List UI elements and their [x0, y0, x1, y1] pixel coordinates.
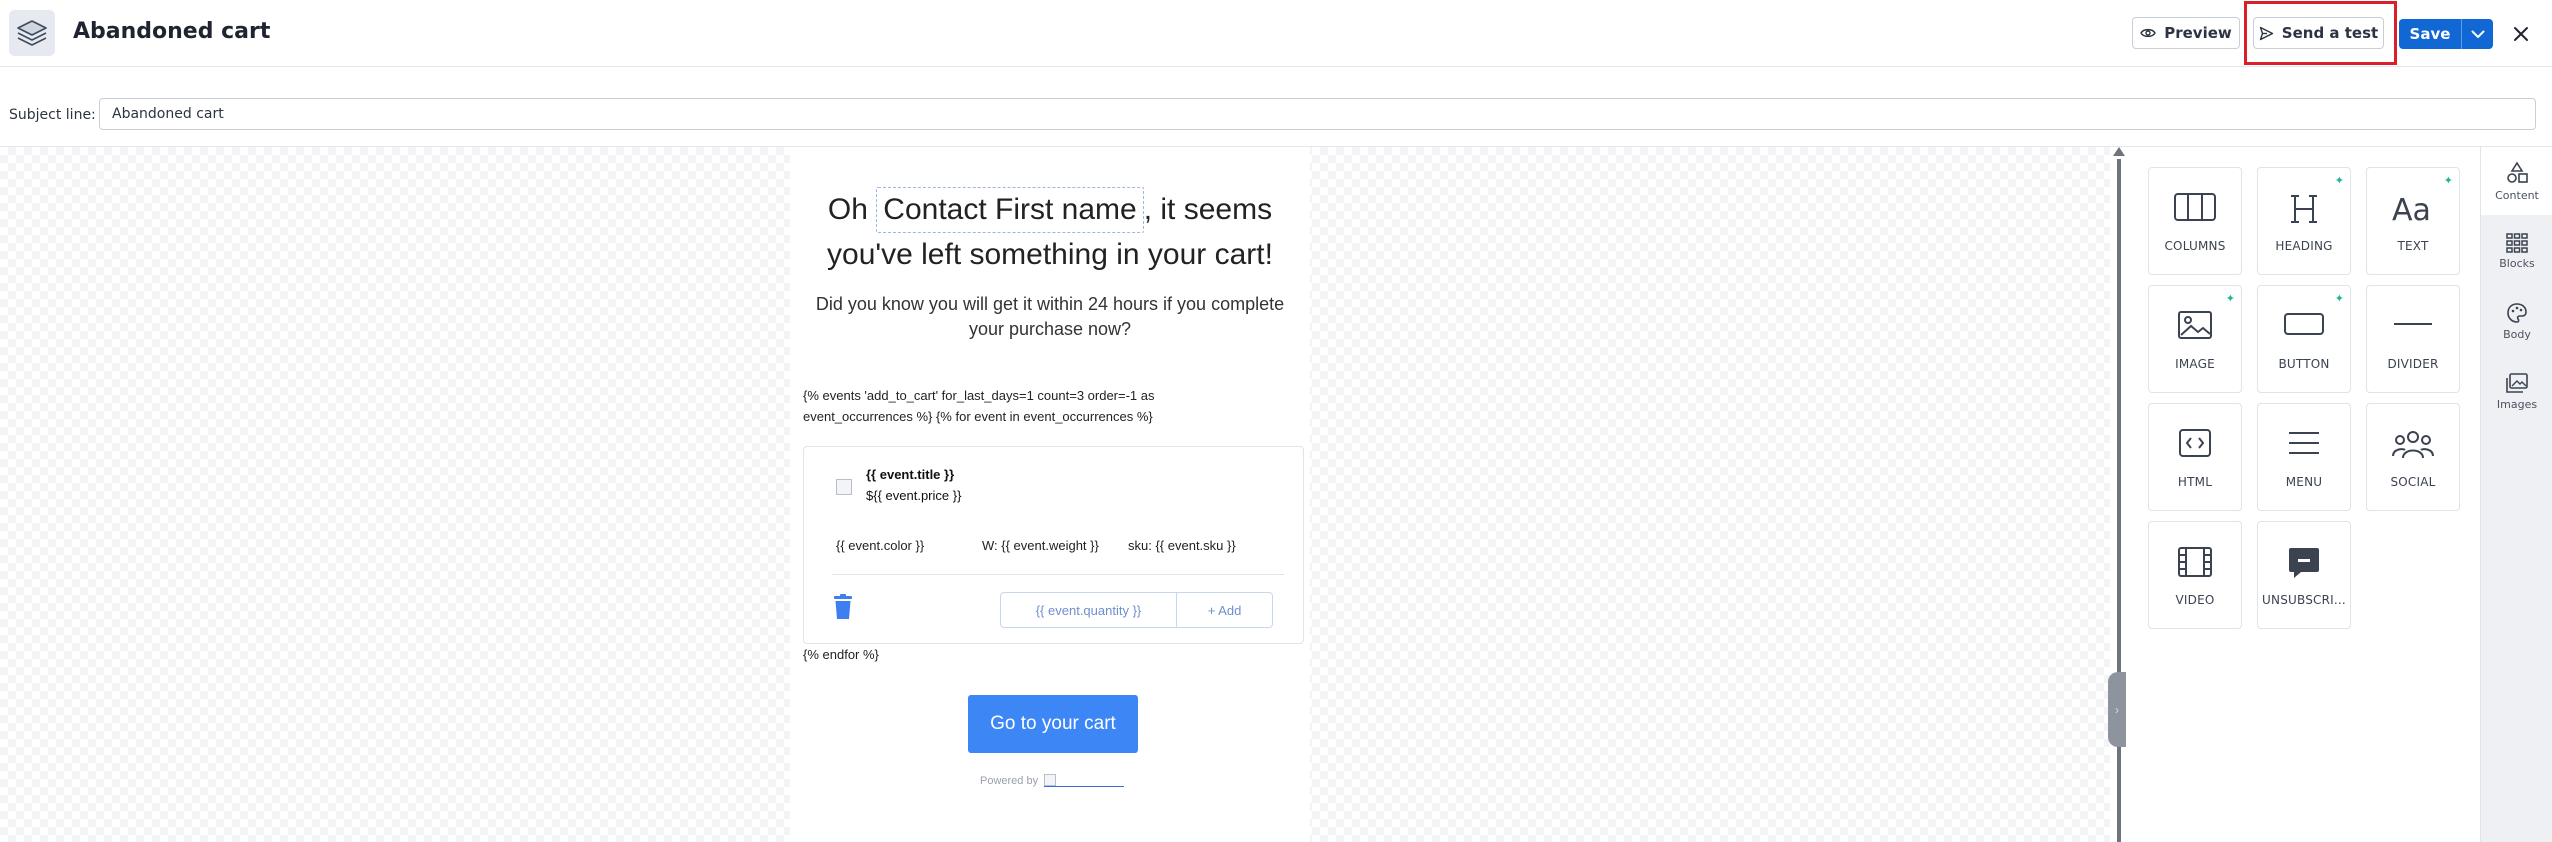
block-html[interactable]: HTML: [2148, 403, 2242, 511]
headline-line-2: you've left something in your cart!: [827, 238, 1273, 271]
block-button[interactable]: ✦ BUTTON: [2257, 285, 2351, 393]
product-price: ${{ event.price }}: [866, 488, 962, 503]
ai-sparkle-icon: ✦: [2443, 175, 2453, 187]
block-label: BUTTON: [2278, 357, 2330, 371]
button-icon: [2284, 313, 2324, 335]
save-options-button[interactable]: [2461, 19, 2493, 49]
product-weight: W: {{ event.weight }}: [982, 538, 1099, 553]
card-divider: [832, 574, 1284, 575]
email-canvas[interactable]: Oh Contact First name, it seems you've l…: [0, 147, 2110, 842]
eye-icon: [2140, 28, 2157, 38]
panel-resize-handle[interactable]: ›: [2108, 672, 2126, 747]
block-label: UNSUBSCRI...: [2262, 593, 2346, 607]
product-card[interactable]: {{ event.title }} ${{ event.price }} {{ …: [803, 446, 1304, 644]
block-label: COLUMNS: [2164, 239, 2226, 253]
text-icon: Aa: [2392, 193, 2431, 226]
merge-tag-first-name[interactable]: Contact First name: [876, 187, 1144, 233]
block-label: TEXT: [2397, 239, 2429, 253]
save-label: Save: [2409, 25, 2451, 43]
preview-button[interactable]: Preview: [2132, 17, 2240, 49]
block-label: SOCIAL: [2390, 475, 2436, 489]
ai-sparkle-icon: ✦: [2225, 293, 2235, 305]
images-icon: [2506, 372, 2528, 393]
scroll-up-arrow[interactable]: [2113, 147, 2125, 156]
block-social[interactable]: SOCIAL: [2366, 403, 2460, 511]
liquid-loop-end[interactable]: {% endfor %}: [803, 647, 879, 662]
email-headline[interactable]: Oh Contact First name, it seems you've l…: [790, 187, 1310, 277]
headline-suffix: , it seems: [1143, 193, 1273, 226]
tab-body[interactable]: Body: [2481, 287, 2552, 355]
columns-icon: [2174, 193, 2216, 221]
ai-sparkle-icon: ✦: [2334, 293, 2344, 305]
quantity-field[interactable]: {{ event.quantity }}: [1001, 593, 1177, 627]
chevron-right-icon: ›: [2115, 702, 2119, 717]
close-button[interactable]: [2507, 20, 2535, 48]
ai-sparkle-icon: ✦: [2334, 175, 2344, 187]
top-bar: Abandoned cart Preview Send a test Save: [0, 0, 2552, 67]
block-unsubscribe[interactable]: UNSUBSCRI...: [2257, 521, 2351, 629]
save-button[interactable]: Save: [2399, 19, 2493, 49]
send-icon: [2259, 26, 2273, 40]
block-text[interactable]: ✦ Aa TEXT: [2366, 167, 2460, 275]
svg-text:Aa: Aa: [2392, 193, 2431, 226]
send-test-button[interactable]: Send a test: [2253, 17, 2384, 49]
tab-label: Images: [2496, 397, 2538, 411]
social-icon: [2392, 431, 2434, 459]
menu-icon: [2289, 432, 2319, 454]
subject-input[interactable]: [99, 98, 2536, 130]
powered-by-label: Powered by: [980, 774, 1039, 787]
powered-by-logo[interactable]: [1044, 774, 1125, 787]
product-title: {{ event.title }}: [866, 467, 955, 482]
block-image[interactable]: ✦ IMAGE: [2148, 285, 2242, 393]
video-icon: [2178, 547, 2212, 577]
grid-icon: [2506, 232, 2528, 253]
powered-by: Powered by: [980, 774, 1125, 787]
html-icon: [2179, 429, 2211, 457]
subject-row: Subject line:: [0, 80, 2552, 147]
close-icon: [2514, 27, 2528, 41]
headline-prefix: Oh: [827, 193, 868, 226]
palette-icon: [2507, 302, 2527, 323]
block-columns[interactable]: COLUMNS: [2148, 167, 2242, 275]
block-label: HTML: [2177, 475, 2213, 489]
trash-icon[interactable]: [832, 594, 854, 620]
tab-label: Content: [2495, 188, 2539, 202]
side-tab-bar: Content Blocks Body Images: [2480, 147, 2552, 842]
tab-label: Body: [2503, 327, 2531, 341]
email-subheading[interactable]: Did you know you will get it within 24 h…: [810, 292, 1290, 342]
tab-images[interactable]: Images: [2481, 357, 2552, 425]
page-title: Abandoned cart: [73, 19, 271, 44]
block-video[interactable]: VIDEO: [2148, 521, 2242, 629]
block-divider[interactable]: DIVIDER: [2366, 285, 2460, 393]
block-label: DIVIDER: [2387, 357, 2439, 371]
divider-icon: [2394, 323, 2432, 325]
heading-icon: [2291, 195, 2317, 223]
product-sku: sku: {{ event.sku }}: [1128, 538, 1236, 553]
layers-icon: [9, 10, 55, 56]
tab-content[interactable]: Content: [2481, 147, 2552, 215]
tab-label: Blocks: [2499, 256, 2535, 270]
block-heading[interactable]: ✦ HEADING: [2257, 167, 2351, 275]
liquid-loop-start[interactable]: {% events 'add_to_cart' for_last_days=1 …: [803, 385, 1263, 427]
subject-label: Subject line:: [9, 107, 96, 123]
block-label: IMAGE: [2175, 357, 2215, 371]
email-body[interactable]: Oh Contact First name, it seems you've l…: [790, 147, 1310, 842]
block-label: MENU: [2285, 475, 2323, 489]
quantity-stepper[interactable]: {{ event.quantity }} + Add: [1000, 592, 1273, 628]
block-label: VIDEO: [2175, 593, 2215, 607]
product-image: [836, 479, 852, 495]
add-button[interactable]: + Add: [1177, 593, 1272, 627]
chevron-down-icon: [2471, 30, 2484, 38]
content-blocks-panel: COLUMNS ✦ HEADING ✦ Aa TEXT ✦ IMAGE ✦ BU…: [2126, 147, 2480, 842]
block-menu[interactable]: MENU: [2257, 403, 2351, 511]
tab-blocks[interactable]: Blocks: [2481, 217, 2552, 285]
image-icon: [2178, 311, 2212, 339]
block-label: HEADING: [2275, 239, 2333, 253]
unsubscribe-icon: [2289, 548, 2319, 578]
go-to-cart-button[interactable]: Go to your cart: [968, 695, 1138, 753]
preview-label: Preview: [2164, 24, 2232, 42]
shapes-icon: [2507, 160, 2528, 183]
send-test-label: Send a test: [2281, 24, 2379, 42]
product-color: {{ event.color }}: [836, 538, 925, 553]
